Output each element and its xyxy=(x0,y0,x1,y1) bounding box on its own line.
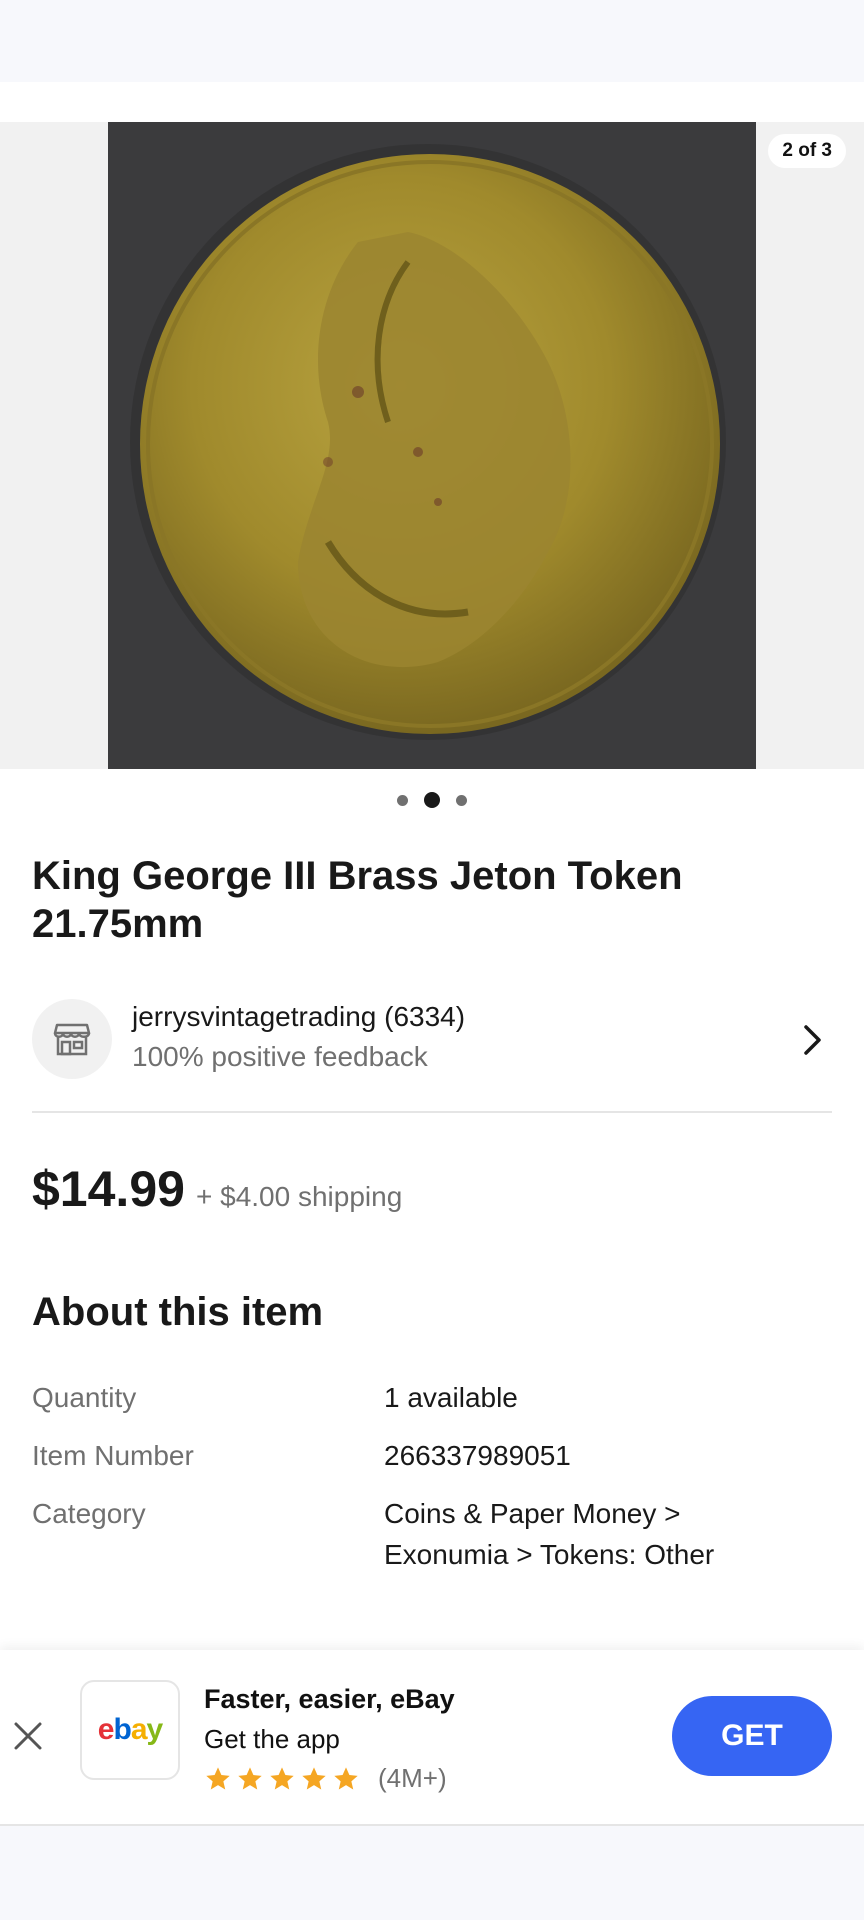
bottom-nav-bar xyxy=(0,1826,864,1920)
gallery-pagination[interactable] xyxy=(0,791,864,809)
app-rating: (4M+) xyxy=(204,1763,447,1794)
star-rating xyxy=(204,1765,360,1793)
top-app-bar xyxy=(0,0,864,82)
star-icon xyxy=(206,1766,230,1789)
logo-letter: e xyxy=(97,1713,115,1746)
banner-title: Faster, easier, eBay xyxy=(204,1684,455,1714)
banner-subtitle: Get the app xyxy=(204,1724,340,1754)
logo-letter: a xyxy=(130,1713,148,1746)
spec-value-item-number: 266337989051 xyxy=(384,1440,571,1471)
store-icon xyxy=(53,1023,91,1056)
pagination-dot[interactable] xyxy=(456,794,467,806)
logo-letter: b xyxy=(113,1713,131,1746)
spec-label-category: Category xyxy=(32,1498,146,1529)
pagination-dot[interactable] xyxy=(397,794,408,806)
spec-value-category[interactable]: Coins & Paper Money > Exonumia > Tokens:… xyxy=(384,1493,804,1575)
seller-name[interactable]: jerrysvintagetrading (6334) xyxy=(132,1001,465,1033)
about-heading: About this item xyxy=(32,1290,324,1334)
spec-value-quantity: 1 available xyxy=(384,1382,518,1413)
spec-label-item-number: Item Number xyxy=(32,1440,194,1471)
seller-feedback: 100% positive feedback xyxy=(132,1041,428,1072)
ebay-app-logo: ebay xyxy=(80,1680,180,1780)
get-app-button[interactable]: GET xyxy=(672,1696,832,1776)
seller-row[interactable]: jerrysvintagetrading (6334) 100% positiv… xyxy=(32,999,832,1079)
item-price: $14.99 xyxy=(32,1161,185,1217)
product-photo[interactable] xyxy=(108,122,756,769)
spec-label-quantity: Quantity xyxy=(32,1382,137,1413)
close-icon[interactable] xyxy=(12,1720,44,1752)
listing-title: King George III Brass Jeton Token 21.75m… xyxy=(32,854,683,946)
ebay-logo-wordmark: ebay xyxy=(97,1713,164,1747)
shipping-cost: + $4.00 shipping xyxy=(196,1181,403,1212)
seller-avatar xyxy=(32,999,112,1079)
pagination-dot-active[interactable] xyxy=(424,792,440,808)
divider xyxy=(32,1111,832,1113)
image-counter: 2 of 3 xyxy=(768,134,846,168)
rating-count: (4M+) xyxy=(378,1763,447,1793)
star-icon xyxy=(302,1766,326,1789)
chevron-right-icon[interactable] xyxy=(802,1023,824,1057)
star-icon xyxy=(334,1766,358,1789)
logo-letter: y xyxy=(146,1713,164,1746)
app-install-banner: ebay Faster, easier, eBay Get the app (4… xyxy=(0,1650,864,1826)
star-icon xyxy=(238,1766,262,1789)
star-icon xyxy=(270,1766,294,1789)
image-gallery[interactable]: 2 of 3 xyxy=(0,122,864,769)
